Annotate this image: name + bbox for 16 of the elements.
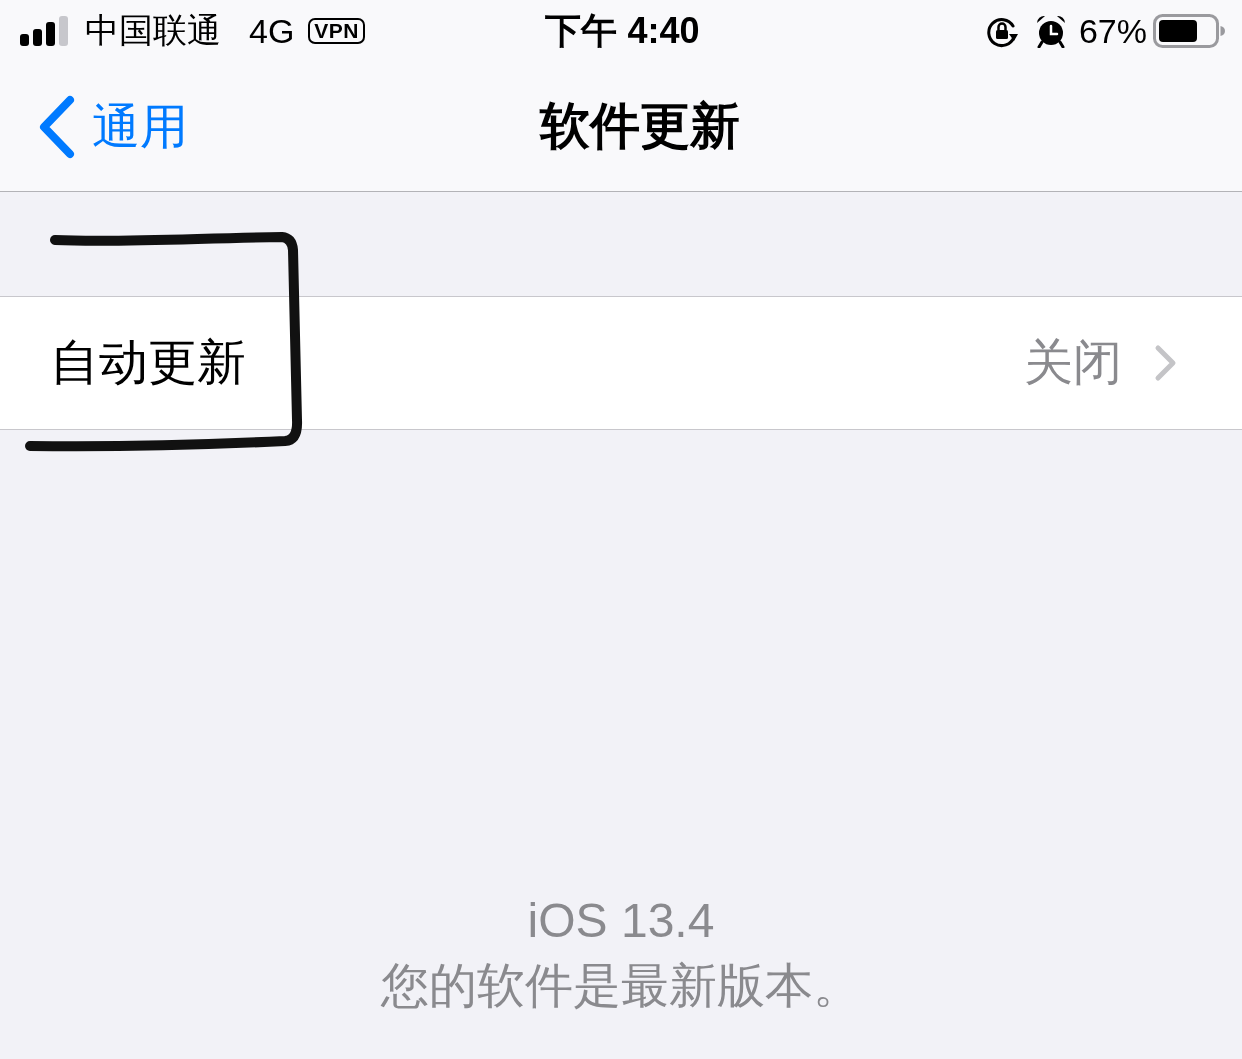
row-label: 自动更新 (50, 334, 246, 391)
page-title: 软件更新 (540, 97, 740, 156)
vpn-indicator: VPN (308, 18, 366, 44)
row-value: 关闭 (1024, 334, 1122, 391)
disclosure-chevron-icon (1154, 344, 1178, 382)
battery-icon (1153, 14, 1225, 48)
battery-percentage: 67% (1078, 11, 1147, 51)
back-chevron-icon (38, 94, 76, 159)
status-time: 下午 4:40 (545, 8, 700, 53)
back-button[interactable]: 通用 (38, 94, 188, 159)
update-status-message: 您的软件是最新版本。 (381, 958, 861, 1014)
alarm-clock-icon (1034, 14, 1067, 48)
carrier-name: 中国联通 (85, 10, 221, 51)
signal-strength-icon (20, 16, 70, 46)
ios-version: iOS 13.4 (527, 893, 715, 949)
network-type: 4G (249, 11, 295, 51)
